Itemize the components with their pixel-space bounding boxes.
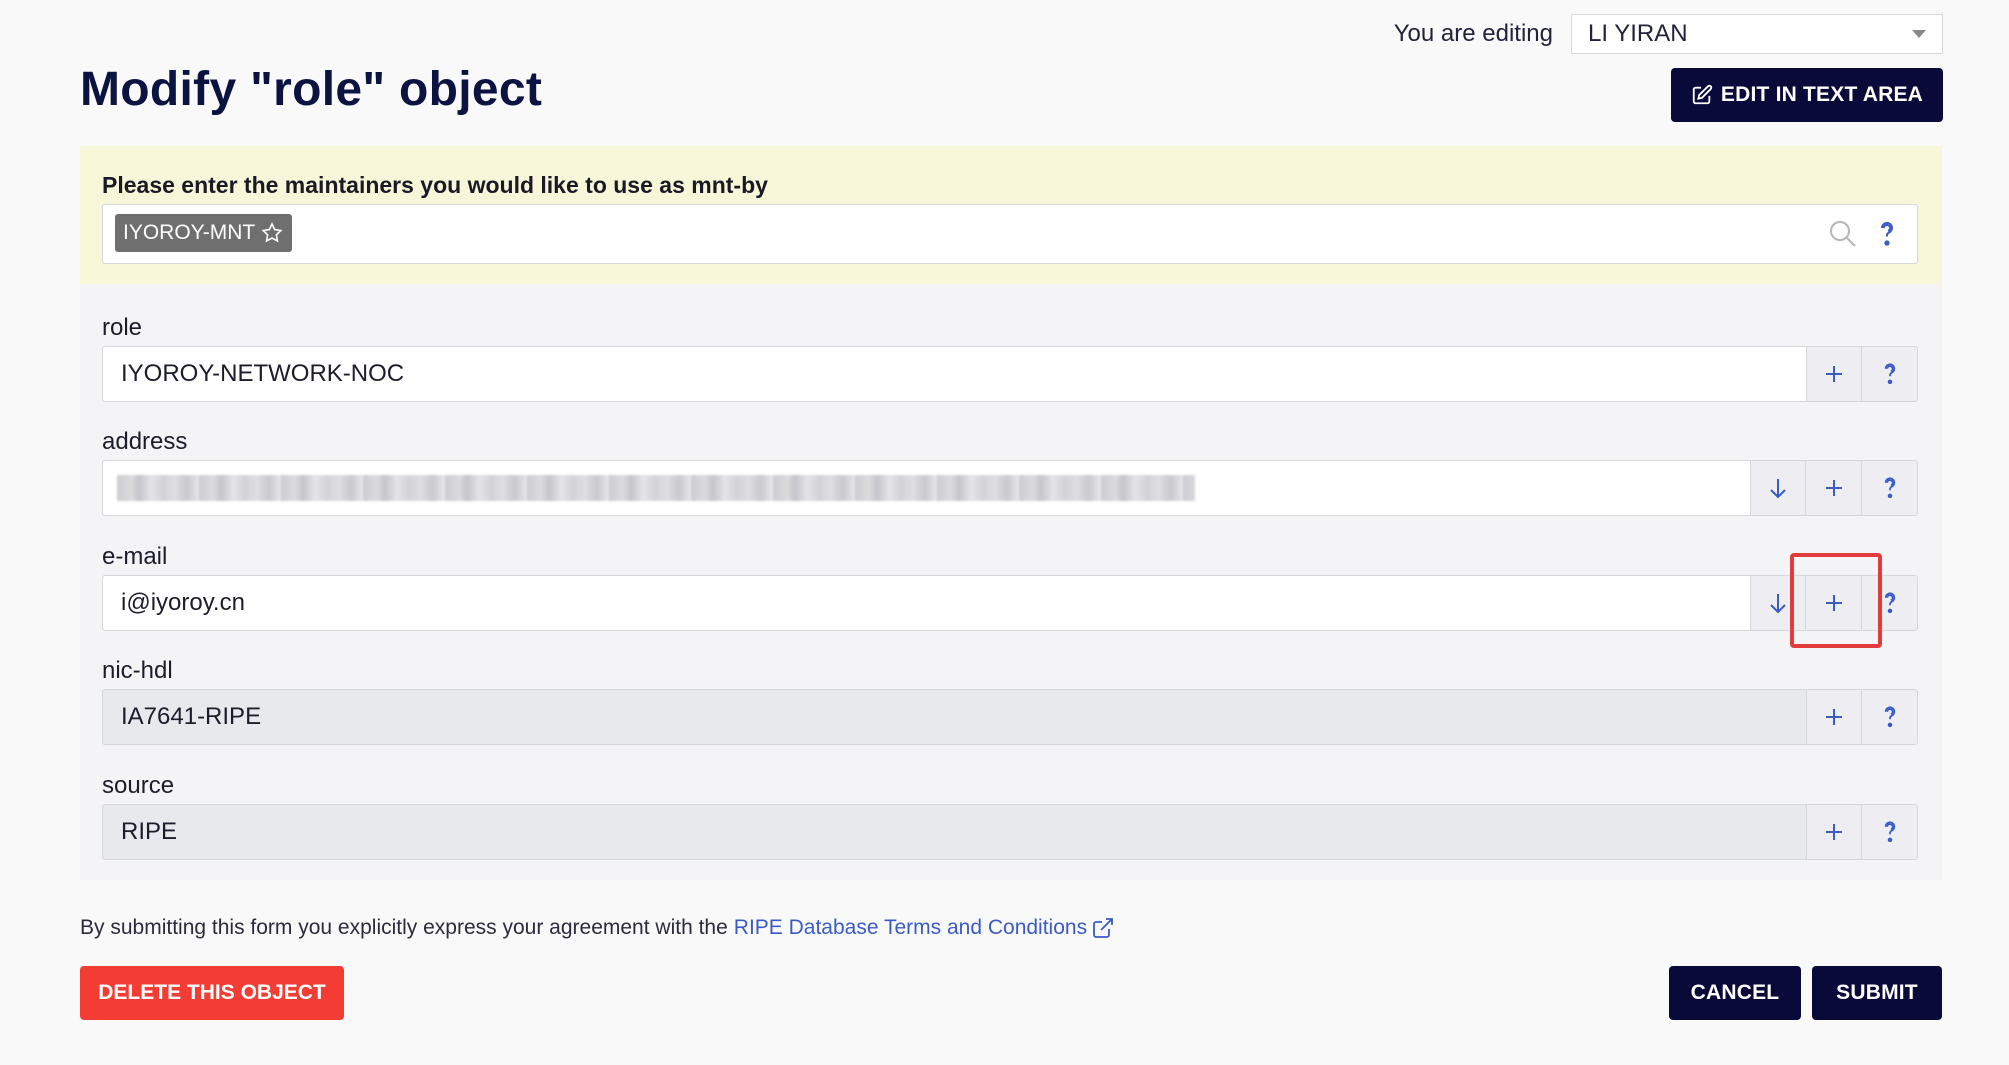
maintainer-tag[interactable]: IYOROY-MNT [115, 214, 293, 252]
move-down-button[interactable] [1750, 460, 1806, 516]
edit-icon [1692, 84, 1713, 105]
editing-user-value: LI YIRAN [1588, 20, 1688, 47]
editing-user-select[interactable]: LI YIRAN [1571, 14, 1943, 54]
arrow-down-icon [1770, 594, 1786, 614]
field-role: role IYOROY-NETWORK-NOC [102, 310, 1918, 402]
cancel-button[interactable]: CANCEL [1669, 966, 1801, 1020]
role-input[interactable]: IYOROY-NETWORK-NOC [102, 346, 1806, 402]
field-label: e-mail [102, 543, 168, 570]
add-attribute-button[interactable] [1806, 460, 1862, 516]
add-attribute-button[interactable] [1806, 346, 1862, 402]
maintainers-input[interactable]: IYOROY-MNT [102, 204, 1918, 264]
help-icon [1884, 477, 1895, 499]
external-link-icon[interactable] [1091, 916, 1115, 940]
delete-object-button[interactable]: DELETE THIS OBJECT [80, 966, 344, 1020]
plus-icon [1825, 595, 1842, 611]
arrow-down-icon [1770, 479, 1786, 499]
move-down-button[interactable] [1750, 575, 1806, 631]
nic-hdl-input: IA7641-RIPE [102, 689, 1806, 745]
field-email: e-mail i@iyoroy.cn [102, 539, 1918, 631]
attributes-panel: role IYOROY-NETWORK-NOC address e-mail i… [80, 284, 1942, 880]
editing-label: You are editing [1393, 20, 1553, 47]
edit-in-text-area-label: EDIT IN TEXT AREA [1720, 83, 1924, 106]
submit-button[interactable]: SUBMIT [1812, 966, 1942, 1020]
redacted-address-text [117, 475, 1195, 501]
maintainer-tag-label: IYOROY-MNT [123, 221, 256, 244]
maintainers-title: Please enter the maintainers you would l… [102, 172, 768, 198]
terms-notice: By submitting this form you explicitly e… [80, 916, 1115, 940]
source-input: RIPE [102, 804, 1806, 860]
add-attribute-button[interactable] [1806, 575, 1862, 631]
help-icon [1884, 363, 1895, 385]
plus-icon [1826, 366, 1842, 382]
field-label: address [102, 428, 188, 455]
page-title: Modify "role" object [80, 63, 543, 116]
field-address: address [102, 424, 1918, 516]
field-source: source RIPE [102, 768, 1918, 860]
email-input[interactable]: i@iyoroy.cn [102, 575, 1750, 631]
address-input[interactable] [102, 460, 1750, 516]
help-icon [1884, 821, 1895, 843]
help-icon [1884, 706, 1895, 728]
add-attribute-button[interactable] [1806, 689, 1862, 745]
plus-icon [1826, 709, 1842, 725]
add-attribute-button[interactable] [1806, 804, 1862, 860]
plus-icon [1826, 824, 1842, 840]
help-button[interactable] [1862, 346, 1918, 402]
help-button[interactable] [1862, 460, 1918, 516]
terms-link[interactable]: RIPE Database Terms and Conditions [734, 916, 1087, 940]
edit-in-text-area-button[interactable]: EDIT IN TEXT AREA [1671, 68, 1943, 122]
help-icon [1884, 592, 1895, 614]
field-label: role [102, 314, 143, 341]
help-icon[interactable] [1871, 218, 1903, 250]
help-button[interactable] [1862, 804, 1918, 860]
maintainers-panel: Please enter the maintainers you would l… [80, 146, 1942, 284]
star-icon[interactable] [260, 221, 284, 245]
field-label: source [102, 772, 175, 799]
terms-text: By submitting this form you explicitly e… [80, 916, 728, 939]
field-label: nic-hdl [102, 657, 173, 684]
field-nic-hdl: nic-hdl IA7641-RIPE [102, 653, 1918, 745]
plus-icon [1825, 480, 1842, 496]
editing-as-bar: You are editing LI YIRAN [1394, 14, 1943, 54]
chevron-down-icon [1912, 30, 1926, 38]
search-icon[interactable] [1827, 218, 1859, 250]
help-button[interactable] [1862, 689, 1918, 745]
help-button[interactable] [1862, 575, 1918, 631]
